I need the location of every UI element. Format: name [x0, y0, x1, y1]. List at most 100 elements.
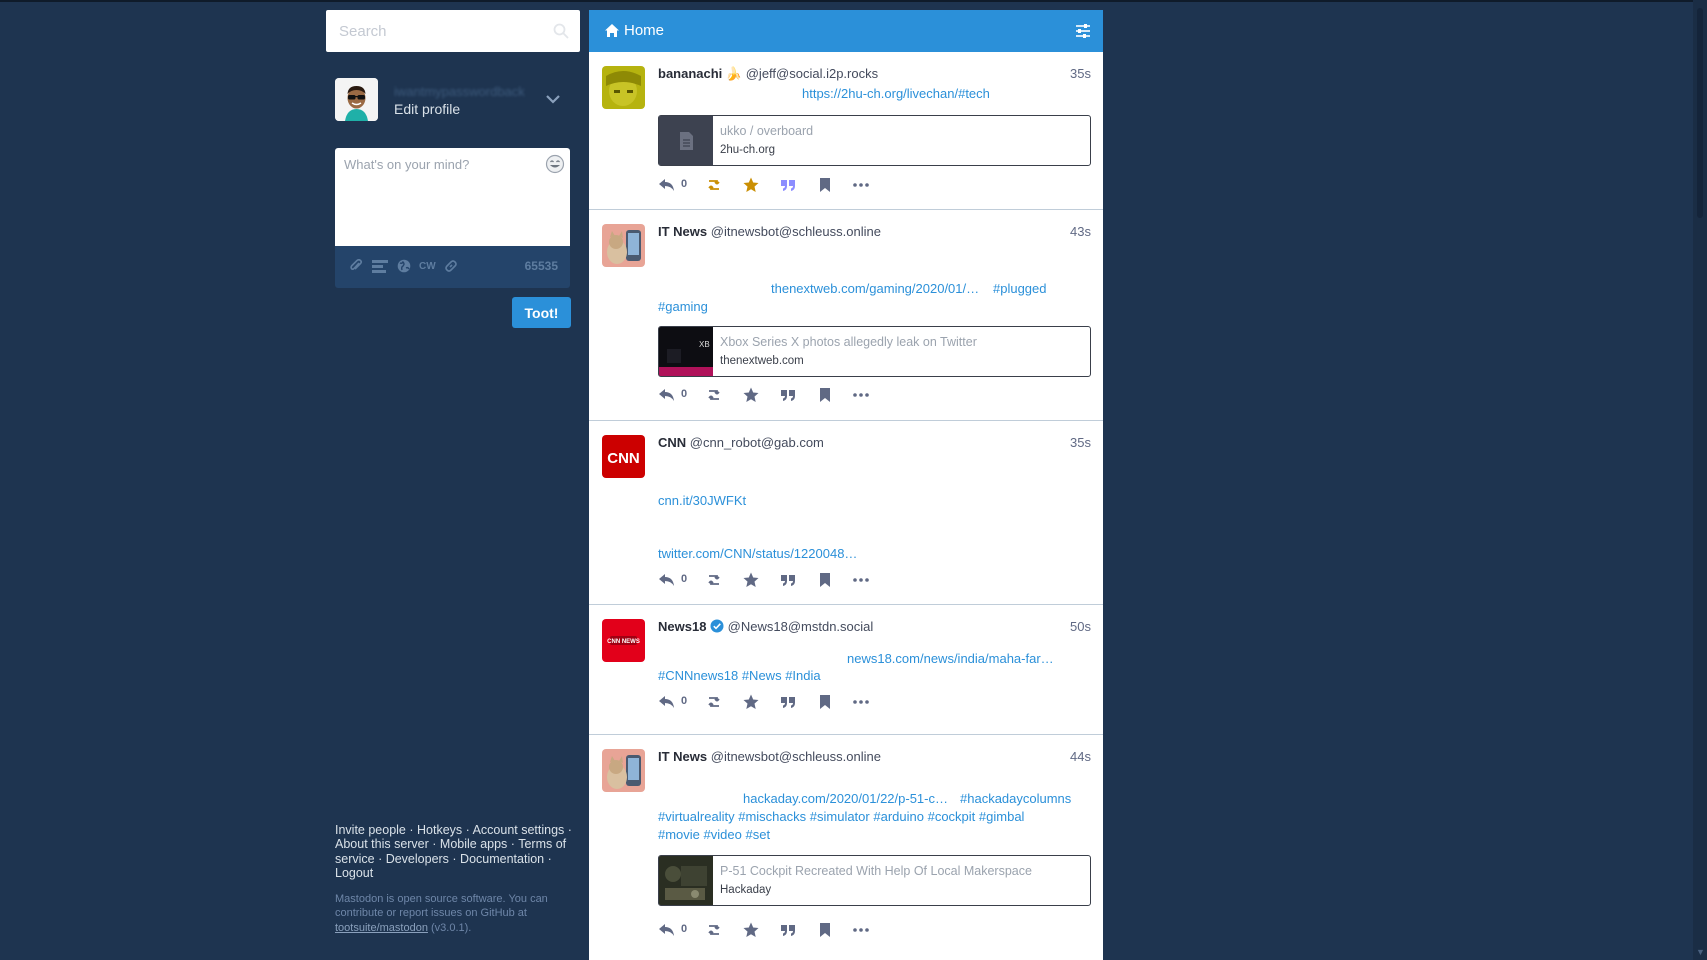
boost-icon[interactable] [705, 571, 723, 589]
status-link[interactable]: thenextweb.com/gaming/2020/01/… [771, 281, 979, 296]
timestamp[interactable]: 35s [1070, 435, 1091, 450]
account-handle[interactable]: @itnewsbot@schleuss.online [711, 224, 881, 239]
favourite-star-icon[interactable] [742, 693, 760, 711]
reply-icon[interactable] [658, 176, 676, 194]
avatar[interactable]: CNN NEWS [602, 619, 645, 662]
status-link[interactable]: news18.com/news/india/maha-far… [847, 651, 1054, 666]
hashtag[interactable]: #CNNnews18 [658, 668, 738, 683]
avatar[interactable] [602, 66, 645, 109]
link-card[interactable]: XB Xbox Series X photos allegedly leak o… [658, 326, 1091, 377]
hashtag[interactable]: #gimbal [979, 809, 1025, 824]
avatar[interactable]: CNN [602, 435, 645, 478]
developers-link[interactable]: Developers [386, 852, 449, 866]
column-title[interactable]: Home [624, 22, 664, 39]
hashtag[interactable]: #mischacks [738, 809, 806, 824]
mobile-apps-link[interactable]: Mobile apps [440, 837, 507, 851]
timestamp[interactable]: 43s [1070, 224, 1091, 239]
status-item[interactable]: IT News @itnewsbot@schleuss.online 44s h… [589, 735, 1103, 960]
bookmark-icon[interactable] [816, 386, 834, 404]
hashtag[interactable]: #simulator [810, 809, 870, 824]
hashtag[interactable]: #video [704, 827, 742, 842]
bookmark-icon[interactable] [816, 921, 834, 939]
repo-link[interactable]: tootsuite/mastodon [335, 922, 428, 934]
status-link[interactable]: cnn.it/30JWFKt [658, 493, 746, 508]
quote-icon[interactable] [779, 386, 797, 404]
bookmark-icon[interactable] [816, 571, 834, 589]
status-link[interactable]: hackaday.com/2020/01/22/p-51-c… [743, 791, 948, 806]
more-icon[interactable] [852, 386, 870, 404]
hashtag[interactable]: #hackadaycolumns [960, 791, 1071, 806]
status-link[interactable]: twitter.com/CNN/status/1220048… [658, 546, 857, 561]
reply-icon[interactable] [658, 921, 676, 939]
favourite-star-icon[interactable] [742, 921, 760, 939]
reply-icon[interactable] [658, 693, 676, 711]
hashtag[interactable]: #plugged [993, 281, 1047, 296]
link-card[interactable]: P-51 Cockpit Recreated With Help Of Loca… [658, 855, 1091, 906]
account-handle[interactable]: @News18@mstdn.social [728, 619, 874, 634]
reply-icon[interactable] [658, 386, 676, 404]
more-icon[interactable] [852, 176, 870, 194]
boost-icon[interactable] [705, 176, 723, 194]
status-link[interactable]: https://2hu-ch.org/livechan/#tech [802, 86, 990, 101]
chevron-down-icon[interactable] [546, 92, 560, 107]
hashtag[interactable]: #arduino [873, 809, 924, 824]
compose-textarea[interactable] [335, 148, 570, 246]
poll-icon[interactable] [372, 259, 388, 276]
hashtag[interactable]: #set [745, 827, 770, 842]
display-name[interactable]: bananachi [658, 66, 722, 81]
search-input[interactable] [326, 10, 552, 52]
logout-link[interactable]: Logout [335, 866, 373, 880]
link-icon[interactable] [444, 259, 458, 276]
boost-icon[interactable] [705, 693, 723, 711]
display-name[interactable]: IT News [658, 224, 707, 239]
favourite-star-icon[interactable] [742, 386, 760, 404]
display-name[interactable]: IT News [658, 749, 707, 764]
avatar[interactable] [335, 78, 378, 121]
status-item[interactable]: bananachi 🍌 @jeff@social.i2p.rocks 35s h… [589, 52, 1103, 210]
hashtag[interactable]: #cockpit [928, 809, 976, 824]
toot-button[interactable]: Toot! [512, 297, 571, 328]
hashtag[interactable]: #News [742, 668, 782, 683]
display-name[interactable]: CNN [658, 435, 686, 450]
globe-icon[interactable] [397, 259, 411, 276]
attach-media-icon[interactable] [349, 258, 363, 276]
display-name[interactable]: News18 [658, 619, 706, 634]
content-warning-button[interactable]: CW [419, 261, 436, 272]
more-icon[interactable] [852, 693, 870, 711]
quote-icon[interactable] [779, 693, 797, 711]
invite-people-link[interactable]: Invite people [335, 823, 406, 837]
timestamp[interactable]: 44s [1070, 749, 1091, 764]
about-link[interactable]: About this server [335, 837, 429, 851]
column-settings-icon[interactable] [1075, 23, 1091, 39]
status-item[interactable]: IT News @itnewsbot@schleuss.online 43s t… [589, 210, 1103, 421]
status-item[interactable]: CNN CNN @cnn_robot@gab.com 35s cnn.it/30… [589, 421, 1103, 605]
avatar[interactable] [602, 749, 645, 792]
quote-icon[interactable] [779, 571, 797, 589]
emoji-picker-icon[interactable] [545, 154, 565, 174]
timestamp[interactable]: 35s [1070, 66, 1091, 81]
page-scrollbar[interactable]: ▼ [1693, 0, 1707, 960]
bookmark-icon[interactable] [816, 693, 834, 711]
documentation-link[interactable]: Documentation [460, 852, 544, 866]
avatar[interactable] [602, 224, 645, 267]
account-handle[interactable]: @cnn_robot@gab.com [690, 435, 824, 450]
link-card[interactable]: ukko / overboard 2hu-ch.org [658, 115, 1091, 166]
hashtag[interactable]: #virtualreality [658, 809, 735, 824]
bookmark-icon[interactable] [816, 176, 834, 194]
quote-icon[interactable] [779, 176, 797, 194]
hashtag[interactable]: #gaming [658, 299, 708, 314]
account-handle[interactable]: @itnewsbot@schleuss.online [711, 749, 881, 764]
account-settings-link[interactable]: Account settings [473, 823, 565, 837]
timestamp[interactable]: 50s [1070, 619, 1091, 634]
reply-icon[interactable] [658, 571, 676, 589]
more-icon[interactable] [852, 571, 870, 589]
edit-profile-link[interactable]: Edit profile [394, 101, 460, 117]
account-handle[interactable]: @jeff@social.i2p.rocks [746, 66, 878, 81]
hashtag[interactable]: #India [785, 668, 820, 683]
scrollbar-thumb[interactable] [1697, 8, 1703, 218]
more-icon[interactable] [852, 921, 870, 939]
quote-icon[interactable] [779, 921, 797, 939]
search-icon[interactable] [552, 22, 570, 40]
status-item[interactable]: CNN NEWS News18 @News18@mstdn.social 50s… [589, 605, 1103, 735]
hotkeys-link[interactable]: Hotkeys [417, 823, 462, 837]
